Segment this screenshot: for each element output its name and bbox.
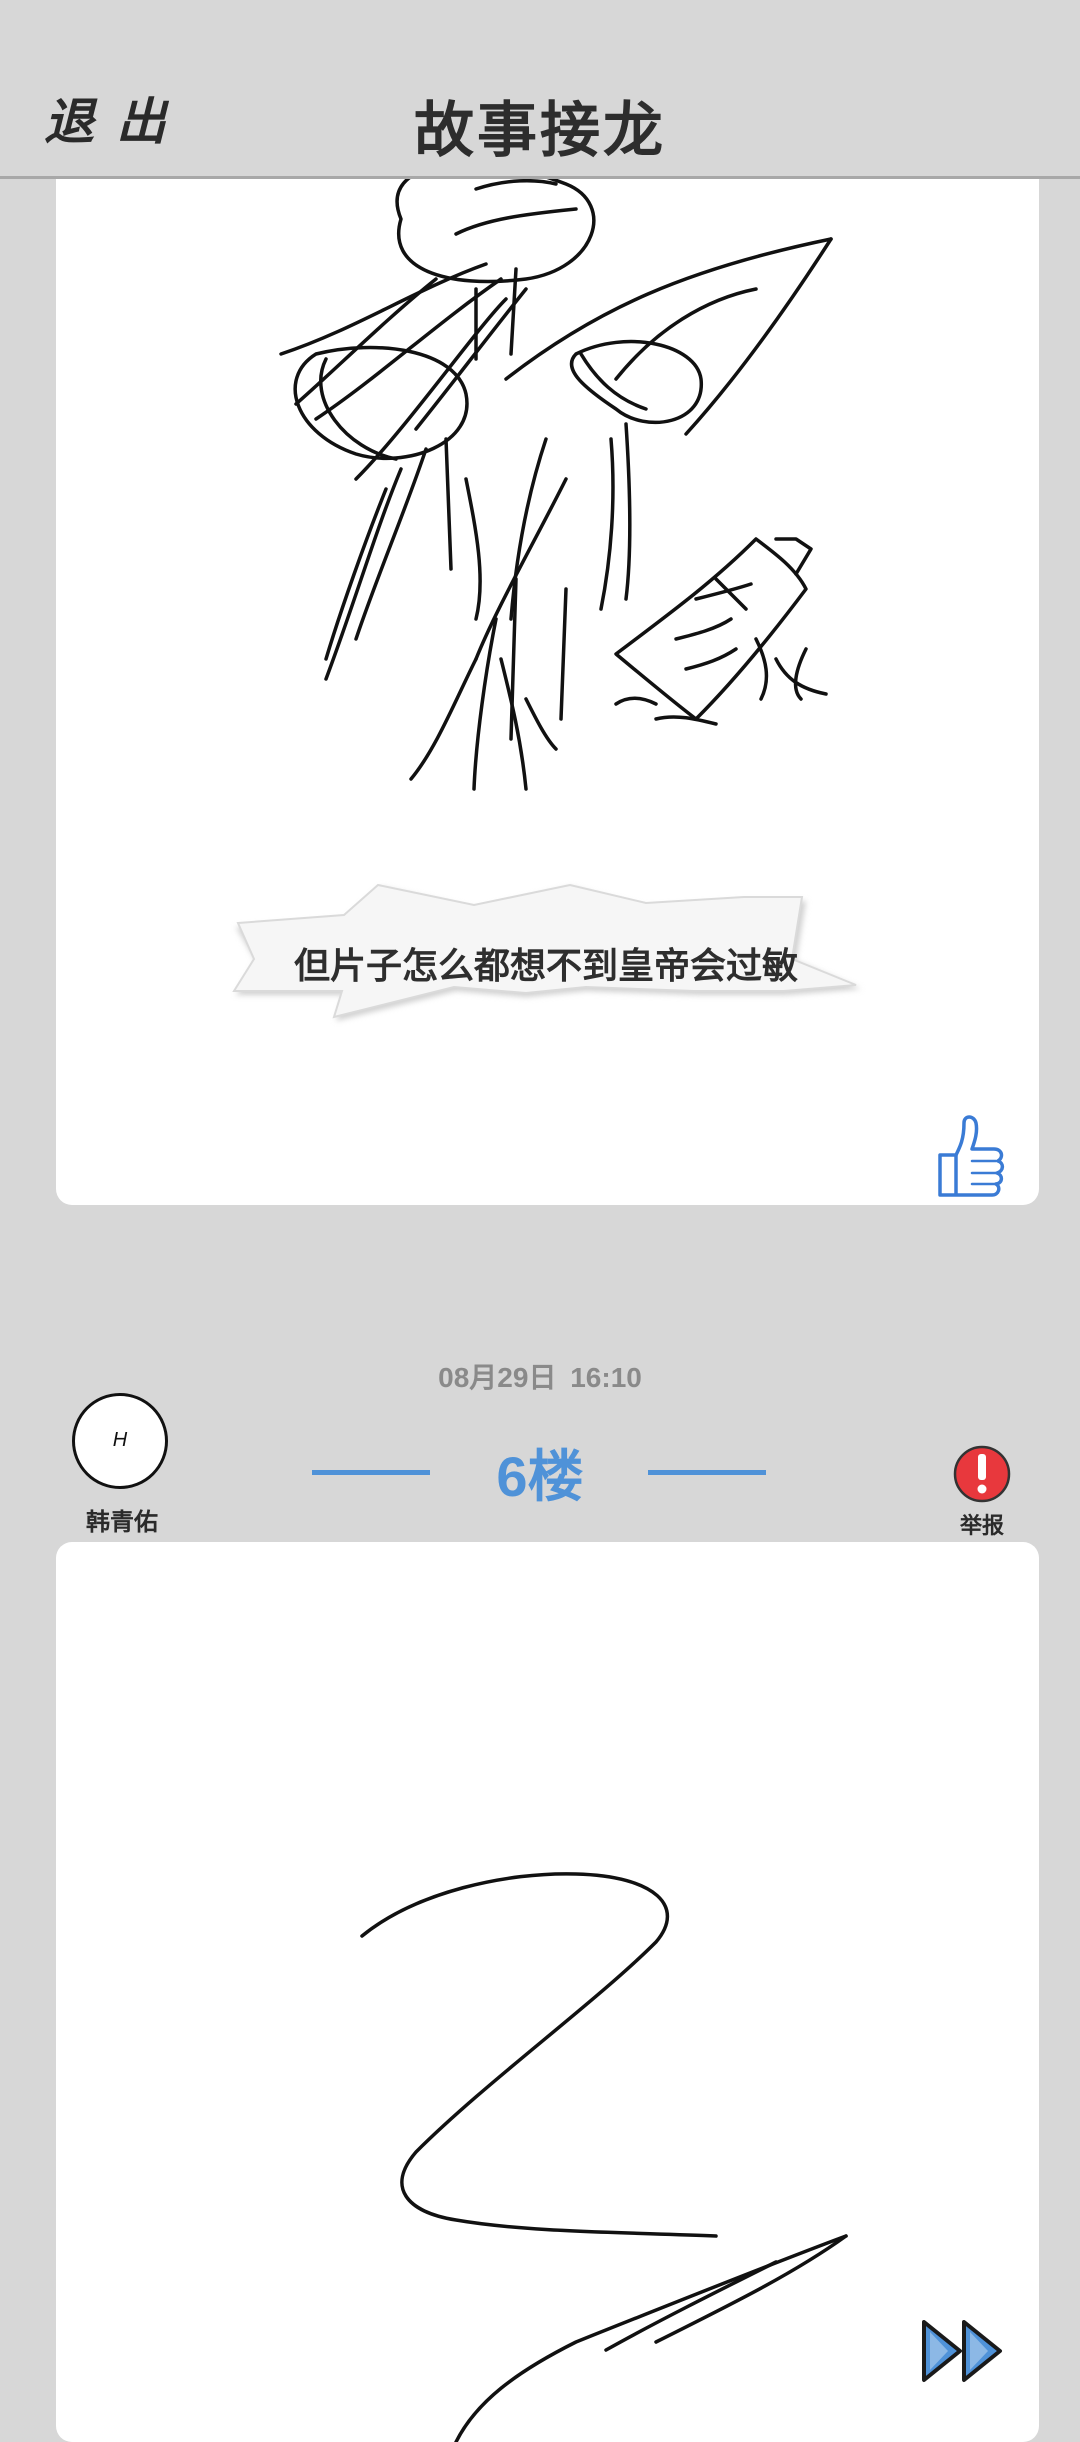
thumbs-up-icon[interactable] (926, 1111, 1006, 1201)
story-card-2 (56, 1542, 1039, 2442)
floor-number: 6楼 (496, 1445, 584, 1508)
floor-divider-right (648, 1470, 766, 1475)
post-timestamp: 08月29日 16:10 (438, 1362, 642, 1393)
fast-forward-icon[interactable] (918, 2318, 1008, 2384)
sketch-drawing-2 (360, 1872, 848, 2442)
caption-text: 但片子怎么都想不到皇帝会过敏 (293, 945, 798, 986)
story-card-1: 但片子怎么都想不到皇帝会过敏 (56, 179, 1039, 1205)
page-title: 故事接龙 (414, 97, 666, 164)
top-bar: 退出 故事接龙 (0, 0, 1080, 179)
caption-bubble: 但片子怎么都想不到皇帝会过敏 (226, 879, 866, 1079)
report-button[interactable]: 举报 (950, 1508, 1014, 1540)
